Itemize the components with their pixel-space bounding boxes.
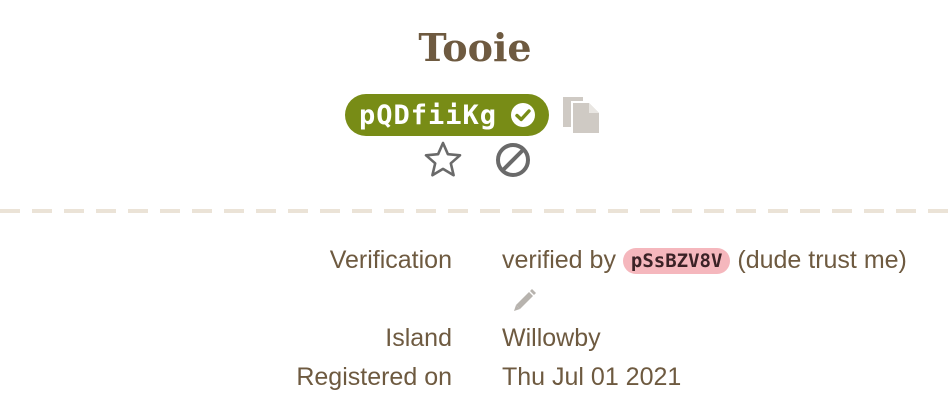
registered-value: Thu Jul 01 2021 bbox=[502, 363, 682, 391]
profile-name: Tooie bbox=[418, 25, 532, 70]
island-value: Willowby bbox=[502, 324, 601, 352]
profile-actions bbox=[423, 140, 532, 180]
verification-label: Verification bbox=[329, 246, 452, 274]
dream-code-text: pQDfiiKg bbox=[359, 99, 498, 131]
dream-code-badge: pQDfiiKg bbox=[345, 94, 550, 136]
registered-label: Registered on bbox=[296, 363, 452, 391]
section-divider bbox=[0, 209, 950, 213]
block-icon[interactable] bbox=[494, 141, 532, 179]
verification-note: (dude trust me) bbox=[737, 246, 907, 274]
copy-icon[interactable] bbox=[561, 95, 601, 135]
star-icon[interactable] bbox=[423, 140, 463, 180]
dream-code-row: pQDfiiKg bbox=[345, 93, 601, 137]
verification-prefix: verified by bbox=[502, 246, 616, 274]
verifier-code-link[interactable]: pSsBZV8V bbox=[622, 248, 731, 274]
verification-value: verified by pSsBZV8V (dude trust me) bbox=[502, 244, 907, 276]
check-circle-icon bbox=[509, 101, 537, 129]
island-label: Island bbox=[385, 324, 452, 352]
pencil-icon[interactable] bbox=[512, 287, 538, 313]
